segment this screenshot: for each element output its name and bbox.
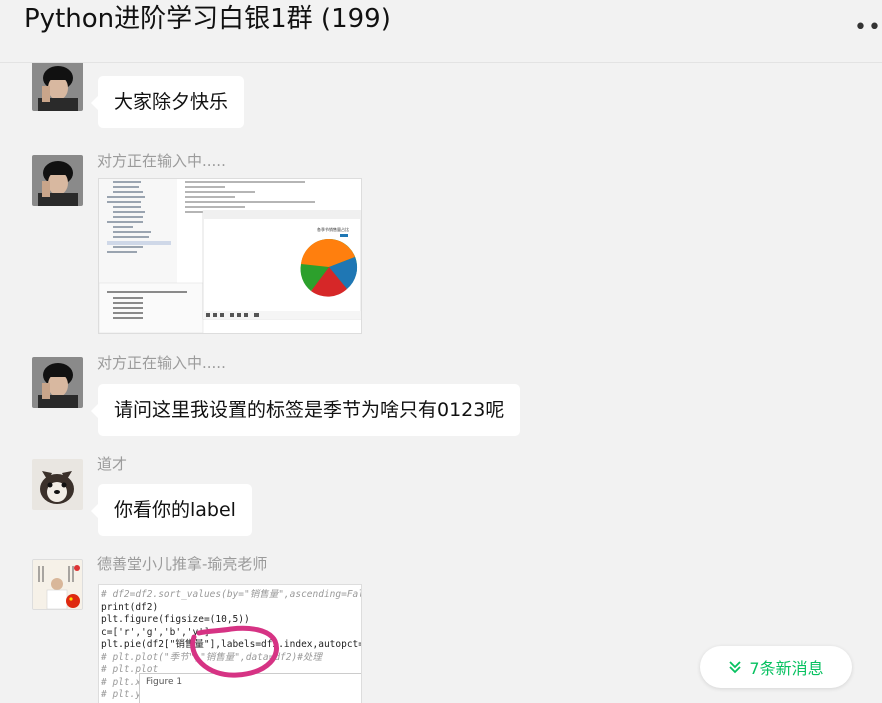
avatar[interactable] (32, 357, 83, 408)
message-item: 道才 你看你的label (32, 453, 862, 543)
message-item: 对方正在输入中..... 各季节销售量占比 (32, 150, 862, 340)
annotation-circle (190, 625, 279, 678)
chat-header: Python进阶学习白银1群 (199) ••• (0, 0, 882, 63)
sender-name: 道才 (97, 455, 128, 473)
message-bubble[interactable]: 大家除夕快乐 (90, 76, 245, 128)
avatar[interactable] (32, 459, 83, 510)
message-bubble[interactable]: 你看你的label (91, 484, 252, 536)
message-item: 大家除夕快乐 (32, 60, 862, 132)
new-messages-button[interactable]: 7条新消息 (700, 646, 852, 688)
ide-screenshot: 各季节销售量占比 (99, 179, 361, 333)
sender-name: 对方正在输入中..... (97, 152, 226, 170)
avatar[interactable] (32, 60, 83, 111)
avatar[interactable] (32, 155, 83, 206)
chat-title: Python进阶学习白银1群 (199) (24, 4, 391, 34)
image-message[interactable]: # df2=df2.sort_values(by="销售量",ascending… (98, 584, 362, 703)
new-messages-label: 7条新消息 (749, 659, 824, 678)
avatar[interactable] (32, 559, 83, 610)
image-message[interactable]: 各季节销售量占比 (98, 178, 362, 334)
message-bubble[interactable]: 请问这里我设置的标签是季节为啥只有0123呢 (90, 384, 521, 436)
message-item: 对方正在输入中..... 请问这里我设置的标签是季节为啥只有0123呢 (32, 352, 862, 442)
sender-name: 德善堂小儿推拿-瑜亮老师 (97, 555, 268, 573)
more-options-icon[interactable]: ••• (854, 17, 882, 39)
double-chevron-down-icon (729, 661, 742, 674)
svg-text:各季节销售量占比: 各季节销售量占比 (317, 226, 349, 232)
sender-name: 对方正在输入中..... (97, 354, 226, 372)
